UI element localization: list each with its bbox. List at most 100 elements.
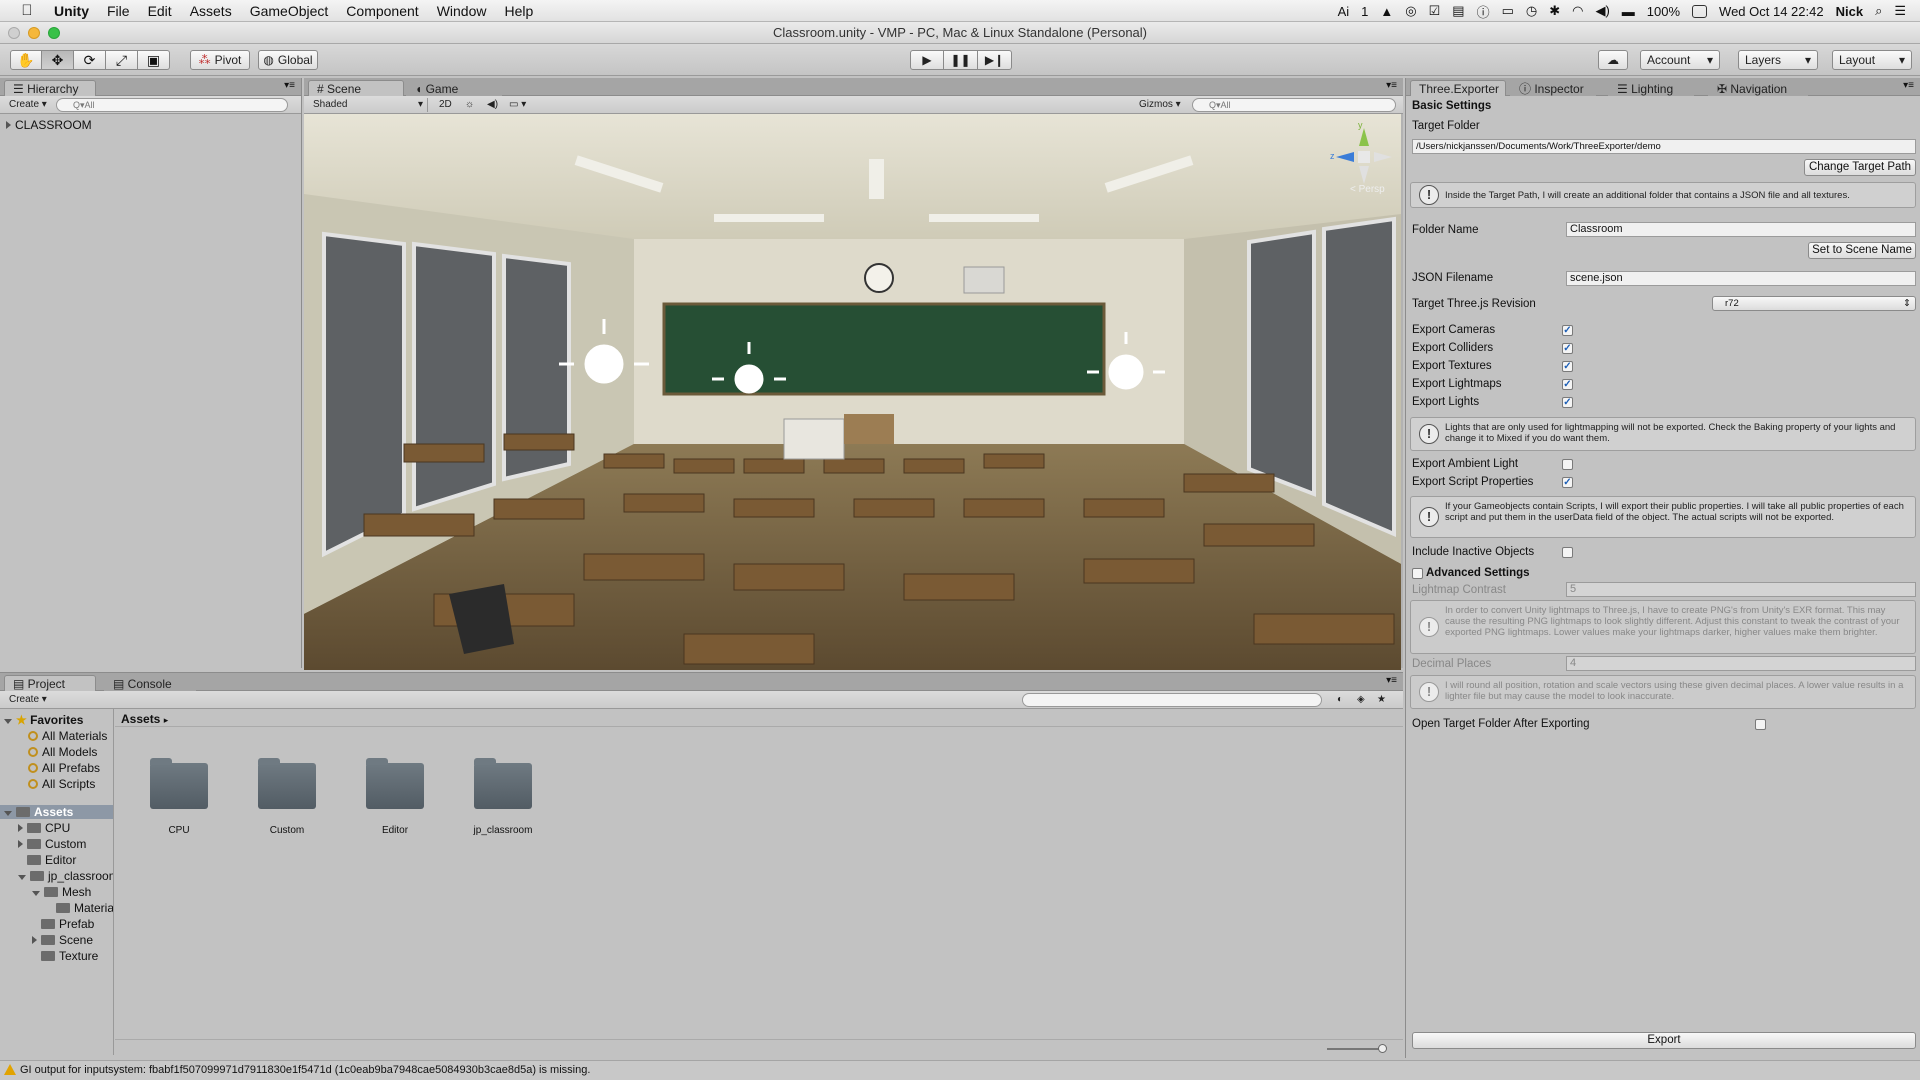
step-button[interactable]: ▶❙: [978, 50, 1012, 70]
tree-folder[interactable]: Custom: [18, 837, 86, 851]
fold-arrow-icon[interactable]: [18, 875, 26, 880]
project-breadcrumb[interactable]: Assets ▸: [115, 709, 1403, 727]
hierarchy-search-input[interactable]: Q▾All: [56, 98, 288, 112]
battery-icon[interactable]: [1692, 4, 1708, 18]
menu-help[interactable]: Help: [504, 3, 533, 19]
tab-hierarchy[interactable]: ☰ Hierarchy: [4, 80, 96, 96]
export-ambient-checkbox[interactable]: [1562, 459, 1573, 470]
wifi-icon[interactable]: ◠: [1572, 3, 1583, 19]
panel-menu-icon[interactable]: ▾≡: [284, 80, 295, 91]
move-tool-icon[interactable]: ✥: [42, 50, 74, 70]
export-lights-checkbox[interactable]: ✓: [1562, 397, 1573, 408]
json-filename-input[interactable]: scene.json: [1566, 271, 1916, 286]
asset-folder[interactable]: Editor: [355, 758, 435, 836]
pause-button[interactable]: ❚❚: [944, 50, 978, 70]
scene-gizmo[interactable]: y z < Persp: [1330, 120, 1394, 195]
tree-folder[interactable]: Prefab: [41, 917, 94, 931]
fold-arrow-icon[interactable]: [4, 719, 12, 724]
layout-dropdown[interactable]: Layout ▾: [1832, 50, 1912, 70]
lightmap-contrast-input[interactable]: 5: [1566, 582, 1916, 597]
tab-navigation[interactable]: ✠ Navigation: [1708, 80, 1808, 96]
tab-game[interactable]: ◖ Game: [406, 80, 502, 96]
hierarchy-create-dropdown[interactable]: Create ▾: [4, 98, 52, 112]
volume-icon[interactable]: ◀): [1595, 3, 1609, 19]
decimal-places-input[interactable]: 4: [1566, 656, 1916, 671]
icon-size-slider[interactable]: [1327, 1048, 1383, 1050]
layers-dropdown[interactable]: Layers ▾: [1738, 50, 1818, 70]
breadcrumb-assets[interactable]: Assets: [121, 712, 160, 726]
hand-tool-icon[interactable]: ✋: [10, 50, 42, 70]
pivot-toggle[interactable]: ⁂ Pivot: [190, 50, 250, 70]
close-window-button[interactable]: [8, 27, 20, 39]
set-to-scene-name-button[interactable]: Set to Scene Name: [1808, 242, 1916, 259]
hierarchy-item-classroom[interactable]: CLASSROOM: [6, 118, 92, 132]
fold-arrow-icon[interactable]: [18, 840, 23, 848]
status-bar[interactable]: GI output for inputsystem: fbabf1f507099…: [0, 1060, 1920, 1080]
tab-project[interactable]: ▤ Project: [4, 675, 96, 691]
bluetooth-icon[interactable]: ✱: [1549, 3, 1560, 19]
menu-window[interactable]: Window: [437, 3, 487, 19]
fold-arrow-icon[interactable]: [4, 811, 12, 816]
export-lightmaps-checkbox[interactable]: ✓: [1562, 379, 1573, 390]
favorite-item[interactable]: All Scripts: [28, 777, 95, 791]
display-icon[interactable]: ▭: [1502, 3, 1514, 19]
include-inactive-checkbox[interactable]: [1562, 547, 1573, 558]
tree-folder[interactable]: Materia: [56, 901, 113, 915]
2d-toggle[interactable]: 2D: [434, 98, 457, 112]
gizmos-dropdown[interactable]: Gizmos ▾: [1134, 98, 1186, 112]
favorite-star-icon[interactable]: ★: [1372, 693, 1391, 707]
clock[interactable]: Wed Oct 14 22:42: [1719, 4, 1824, 19]
time-machine-icon[interactable]: ◷: [1526, 3, 1537, 19]
open-target-checkbox[interactable]: [1755, 719, 1766, 730]
asset-folder[interactable]: Custom: [247, 758, 327, 836]
menu-file[interactable]: File: [107, 3, 130, 19]
stats-icon[interactable]: ▤: [1452, 3, 1464, 19]
export-script-checkbox[interactable]: ✓: [1562, 477, 1573, 488]
fold-arrow-icon[interactable]: [32, 936, 37, 944]
advanced-settings-checkbox[interactable]: [1412, 568, 1423, 579]
scale-tool-icon[interactable]: ⤢: [106, 50, 138, 70]
drive-icon[interactable]: ▲: [1380, 4, 1393, 19]
audio-toggle-icon[interactable]: ◀): [482, 98, 503, 112]
app-menu[interactable]: Unity: [54, 3, 89, 19]
zoom-window-button[interactable]: [48, 27, 60, 39]
slider-handle[interactable]: [1378, 1044, 1387, 1053]
assets-root[interactable]: Assets: [0, 805, 113, 819]
menu-gameobject[interactable]: GameObject: [250, 3, 329, 19]
minimize-window-button[interactable]: [28, 27, 40, 39]
tab-inspector[interactable]: ⓘ Inspector: [1510, 80, 1596, 96]
lighting-toggle-icon[interactable]: ☼: [460, 98, 479, 112]
panel-menu-icon[interactable]: ▾≡: [1386, 80, 1397, 91]
folder-name-input[interactable]: Classroom: [1566, 222, 1916, 237]
scene-search-input[interactable]: Q▾All: [1192, 98, 1396, 112]
tab-console[interactable]: ▤ Console: [104, 675, 196, 691]
export-textures-checkbox[interactable]: ✓: [1562, 361, 1573, 372]
filter-type-icon[interactable]: ◐: [1332, 693, 1348, 707]
persp-label[interactable]: < Persp: [1350, 184, 1385, 195]
fold-arrow-icon[interactable]: [6, 121, 11, 129]
tree-folder[interactable]: CPU: [18, 821, 70, 835]
tree-folder[interactable]: Texture: [41, 949, 98, 963]
change-target-path-button[interactable]: Change Target Path: [1804, 159, 1916, 176]
fold-arrow-icon[interactable]: [18, 824, 23, 832]
menu-assets[interactable]: Assets: [190, 3, 232, 19]
tree-folder[interactable]: Editor: [27, 853, 76, 867]
tab-lighting[interactable]: ☰ Lighting: [1608, 80, 1694, 96]
cloud-icon[interactable]: ☁: [1598, 50, 1628, 70]
rotate-tool-icon[interactable]: ⟳: [74, 50, 106, 70]
tree-folder[interactable]: Mesh: [32, 885, 91, 899]
user-name[interactable]: Nick: [1836, 4, 1863, 19]
project-search-input[interactable]: [1022, 693, 1322, 707]
rect-tool-icon[interactable]: ▣: [138, 50, 170, 70]
export-button[interactable]: Export: [1412, 1032, 1916, 1049]
filter-label-icon[interactable]: ◈: [1352, 693, 1370, 707]
favorite-item[interactable]: All Prefabs: [28, 761, 100, 775]
panel-menu-icon[interactable]: ▾≡: [1386, 675, 1397, 686]
favorite-item[interactable]: All Materials: [28, 729, 107, 743]
spotlight-icon[interactable]: ⌕: [1875, 3, 1882, 19]
panel-menu-icon[interactable]: ▾≡: [1903, 80, 1914, 91]
notification-center-icon[interactable]: ☰: [1894, 3, 1906, 19]
menu-edit[interactable]: Edit: [148, 3, 172, 19]
shading-dropdown[interactable]: Shaded ▾: [308, 98, 428, 112]
fold-arrow-icon[interactable]: [32, 891, 40, 896]
